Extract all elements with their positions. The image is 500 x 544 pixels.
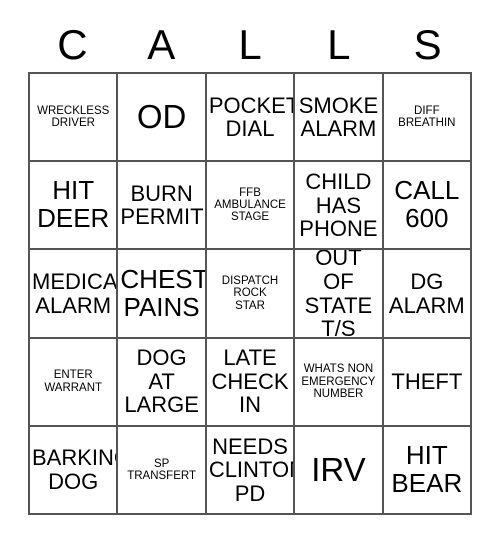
bingo-cell-label: CALL 600: [394, 175, 460, 234]
bingo-cell-r0-c0[interactable]: WRECKLESS DRIVER: [30, 74, 119, 163]
bingo-cell-label: DIFF BREATHIN: [398, 104, 456, 130]
bingo-cell-r3-c3[interactable]: WHATS NON EMERGENCY NUMBER: [295, 338, 384, 427]
bingo-cell-label: WRECKLESS DRIVER: [37, 104, 110, 130]
bingo-header-letter-4: S: [413, 21, 442, 68]
bingo-cell-r2-c2[interactable]: DISPATCH ROCK STAR: [206, 250, 296, 339]
bingo-cell-r2-c4[interactable]: DG ALARM: [383, 250, 473, 339]
bingo-cell-label: POCKET DIAL: [208, 92, 296, 142]
bingo-card: C A L L S WRECKLESS DRIVER OD POCKET DIAL SMOKE…: [0, 0, 500, 544]
bingo-cell-r2-c0[interactable]: MEDICAL ALARM: [30, 250, 119, 339]
bingo-cell-label: ENTER WARRANT: [44, 369, 103, 394]
bingo-cell-r0-c2[interactable]: POCKET DIAL: [206, 74, 296, 163]
bingo-cell-label: DOG AT LARGE: [124, 345, 199, 418]
bingo-cell-label: DG ALARM: [388, 268, 465, 318]
bingo-cell-label: OUT OF STATE T/S: [304, 250, 373, 339]
bingo-cell-r1-c3[interactable]: CHILD HAS PHONE: [295, 162, 384, 251]
bingo-header: CALLS: [28, 18, 472, 72]
bingo-cell-r4-c3[interactable]: IRV: [295, 426, 384, 516]
bingo-cell-r4-c0[interactable]: BARKING DOG: [30, 426, 119, 516]
bingo-cell-r1-c0[interactable]: HIT DEER: [30, 162, 119, 251]
bingo-cell-r3-c4[interactable]: THEFT: [383, 338, 473, 427]
bingo-cell-label: SP TRANSFERT: [127, 457, 196, 482]
bingo-cell-r4-c4[interactable]: HIT BEAR: [383, 426, 473, 516]
bingo-header-letter-2: L: [238, 21, 262, 68]
bingo-cell-r4-c1[interactable]: SP TRANSFERT: [118, 426, 207, 516]
bingo-row: HIT DEER BURN PERMIT FFB AMBULANCE STAGE CH…: [30, 162, 473, 251]
bingo-cell-r1-c4[interactable]: CALL 600: [383, 162, 473, 251]
bingo-header-letter-1: A: [147, 21, 176, 68]
bingo-cell-r0-c1[interactable]: OD: [118, 74, 207, 163]
bingo-cell-label: WHATS NON EMERGENCY NUMBER: [301, 363, 376, 400]
bingo-cell-r2-c3[interactable]: OUT OF STATE T/S: [295, 250, 384, 339]
bingo-cell-label: FFB AMBULANCE STAGE: [214, 186, 286, 224]
bingo-cell-r2-c1[interactable]: CHEST PAINS: [118, 250, 207, 339]
bingo-cell-label: IRV: [311, 451, 366, 489]
bingo-cell-label: NEEDS CLINTON PD: [208, 433, 293, 506]
bingo-cell-r1-c2[interactable]: FFB AMBULANCE STAGE: [206, 162, 296, 251]
bingo-cell-label: MEDICAL ALARM: [32, 268, 118, 318]
bingo-cell-label: BARKING DOG: [32, 445, 116, 494]
bingo-cell-label: CHILD HAS PHONE: [299, 169, 378, 242]
bingo-cell-r3-c0[interactable]: ENTER WARRANT: [30, 338, 119, 427]
bingo-cell-r1-c1[interactable]: BURN PERMIT: [118, 162, 207, 251]
bingo-cell-r0-c4[interactable]: DIFF BREATHIN: [383, 74, 473, 163]
bingo-header-letter-0: C: [57, 21, 88, 68]
bingo-row: WRECKLESS DRIVER OD POCKET DIAL SMOKE ALARM…: [30, 74, 473, 163]
bingo-cell-r3-c2[interactable]: LATE CHECK IN: [206, 338, 296, 427]
bingo-grid: WRECKLESS DRIVER OD POCKET DIAL SMOKE ALARM…: [28, 72, 473, 516]
bingo-cell-label: THEFT: [391, 368, 463, 394]
bingo-row: BARKING DOG SP TRANSFERT NEEDS CLINTON PD I…: [30, 426, 473, 516]
bingo-row: MEDICAL ALARMCHEST PAINS DISPATCH ROCK ST…: [30, 250, 473, 339]
bingo-cell-label: LATE CHECK IN: [211, 345, 289, 418]
bingo-cell-label: HIT BEAR: [391, 440, 463, 498]
bingo-cell-label: OD: [136, 98, 187, 136]
bingo-cell-r4-c2[interactable]: NEEDS CLINTON PD: [206, 426, 296, 516]
bingo-cell-label: SMOKE ALARM: [298, 92, 379, 142]
bingo-cell-label: DISPATCH ROCK STAR: [221, 275, 279, 312]
bingo-cell-label: BURN PERMIT: [120, 180, 204, 230]
bingo-cell-r0-c3[interactable]: SMOKE ALARM: [295, 74, 384, 163]
bingo-header-letter-3: L: [327, 21, 351, 68]
bingo-row: ENTER WARRANT DOG AT LARGE LATE CHECK IN WH…: [30, 338, 473, 427]
bingo-cell-label: CHEST PAINS: [120, 263, 207, 322]
bingo-cell-r3-c1[interactable]: DOG AT LARGE: [118, 338, 207, 427]
bingo-cell-label: HIT DEER: [37, 175, 110, 234]
